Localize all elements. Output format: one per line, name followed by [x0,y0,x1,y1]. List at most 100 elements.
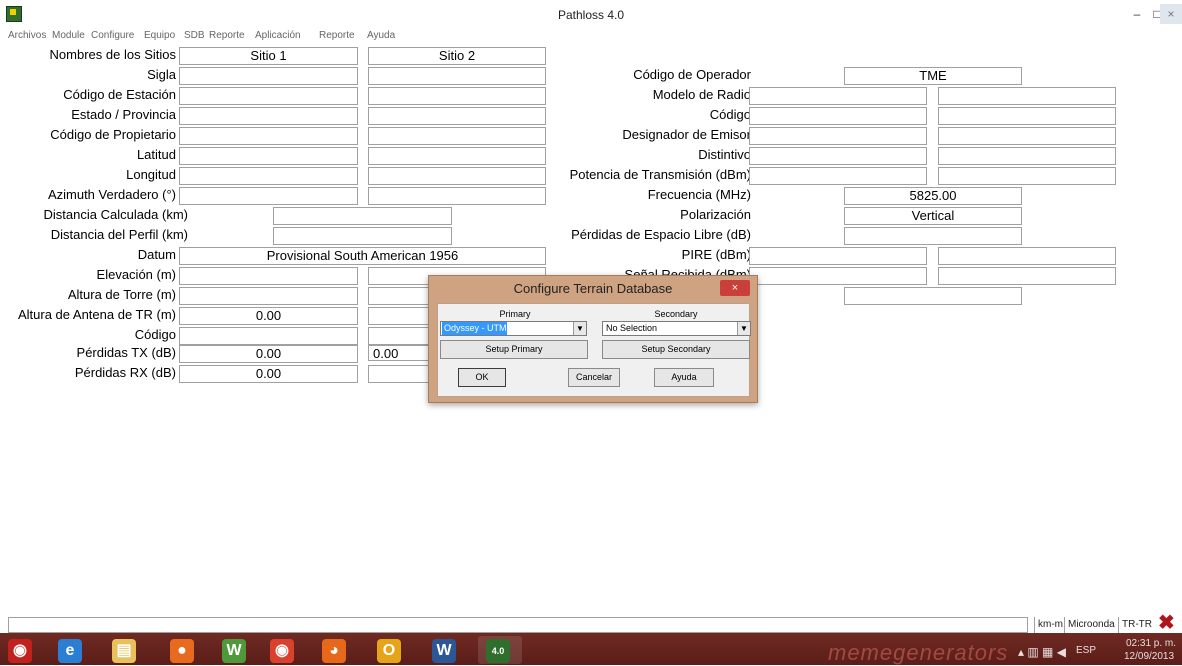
label-sigla: Sigla [147,67,176,82]
menu-configure[interactable]: Configure [91,30,134,41]
field-modelo-radio-2[interactable] [938,87,1116,105]
menu-module[interactable]: Module [52,30,85,41]
field-modelo-radio-1[interactable] [749,87,927,105]
label-latitud: Latitud [136,147,176,162]
field-distancia-calculada[interactable] [273,207,452,225]
field-designador-1[interactable] [749,127,927,145]
menu-ayuda[interactable]: Ayuda [367,30,395,41]
primary-label: Primary [499,309,531,319]
field-codigo-estacion-1[interactable] [179,87,358,105]
field-altura-torre-1[interactable] [179,287,358,305]
secondary-label: Secondary [654,309,698,319]
field-estado-1[interactable] [179,107,358,125]
label-modelo-radio: Modelo de Radio [652,87,751,102]
menu-reporte[interactable]: Reporte [209,30,245,41]
title-bar: Pathloss 4.0 – □ × [0,0,1182,30]
field-perdidas-espacio[interactable] [844,227,1022,245]
help-button[interactable]: Ayuda [654,368,714,387]
field-sigla-2[interactable] [368,67,546,85]
label-altura-antena: Altura de Antena de TR (m) [17,307,176,322]
setup-primary-button[interactable]: Setup Primary [440,340,588,359]
label-perdidas-rx: Pérdidas RX (dB) [74,365,176,380]
menu-sdb[interactable]: SDB [184,30,205,41]
field-distintivo-1[interactable] [749,147,927,165]
field-perdidas-tx-1[interactable]: 0.00 [179,345,358,363]
field-frecuencia[interactable]: 5825.00 [844,187,1022,205]
field-pire-2[interactable] [938,247,1116,265]
menu-archivos[interactable]: Archivos [8,30,46,41]
label-designador-emisor: Designador de Emisor [622,127,751,142]
field-designador-2[interactable] [938,127,1116,145]
language-indicator[interactable]: ESP [1076,645,1096,656]
dialog-title: Configure Terrain Database [513,281,673,296]
file-explorer-icon: ▤ [112,639,136,663]
label-altura-torre: Altura de Torre (m) [67,287,176,302]
field-distancia-perfil[interactable] [273,227,452,245]
label-distancia-calculada: Distancia Calculada (km) [43,207,189,222]
field-extra[interactable] [844,287,1022,305]
field-potencia-2[interactable] [938,167,1116,185]
label-polarizacion: Polarización [680,207,751,222]
field-latitud-2[interactable] [368,147,546,165]
secondary-select[interactable]: No Selection ▼ [602,321,751,336]
field-perdidas-rx-1[interactable]: 0.00 [179,365,358,383]
ok-button[interactable]: OK [458,368,506,387]
field-pire-1[interactable] [749,247,927,265]
field-sitio-2[interactable]: Sitio 2 [368,47,546,65]
field-codigo-propietario-2[interactable] [368,127,546,145]
wamp-icon: W [222,639,246,663]
field-latitud-1[interactable] [179,147,358,165]
dialog-close-button[interactable]: × [720,280,750,296]
field-datum[interactable]: Provisional South American 1956 [179,247,546,265]
status-units: km-m [1038,619,1063,630]
tray-icons[interactable]: ▴ ▥ ▦ ◀ [1018,645,1066,659]
field-potencia-1[interactable] [749,167,927,185]
menu-equipo[interactable]: Equipo [144,30,175,41]
field-polarizacion[interactable]: Vertical [844,207,1022,225]
field-altura-antena-1[interactable]: 0.00 [179,307,358,325]
internet-explorer-icon: e [58,639,82,663]
field-codigo-radio-2[interactable] [938,107,1116,125]
label-longitud: Longitud [126,167,176,182]
clock-time[interactable]: 02:31 p. m. [1126,638,1176,649]
field-distintivo-2[interactable] [938,147,1116,165]
chevron-down-icon[interactable]: ▼ [737,322,750,335]
field-estado-2[interactable] [368,107,546,125]
primary-selected-value: Odyssey - UTM [442,322,507,335]
field-codigo-propietario-1[interactable] [179,127,358,145]
field-longitud-2[interactable] [368,167,546,185]
label-distancia-perfil: Distancia del Perfil (km) [50,227,188,242]
setup-secondary-button[interactable]: Setup Secondary [602,340,750,359]
chevron-down-icon[interactable]: ▼ [573,322,586,335]
status-divider [1034,617,1035,633]
field-codigo-1[interactable] [179,327,358,345]
primary-select[interactable]: Odyssey - UTM ▼ [440,321,587,336]
menu-aplicacion[interactable]: Aplicación [255,30,301,41]
field-codigo-radio-1[interactable] [749,107,927,125]
close-x-icon[interactable]: ✖ [1158,613,1175,633]
label-nombres-sitios: Nombres de los Sitios [49,47,176,62]
dialog-body: Primary Secondary Odyssey - UTM ▼ No Sel… [437,303,751,397]
field-azimuth-1[interactable] [179,187,358,205]
firefox-icon: ◕ [322,639,346,663]
menu-reporte-2[interactable]: Reporte [319,30,355,41]
label-azimuth: Azimuth Verdadero (°) [47,187,176,202]
close-button[interactable]: × [1160,4,1182,24]
chrome-icon: ◉ [270,639,294,663]
field-sigla-1[interactable] [179,67,358,85]
label-perdidas-espacio: Pérdidas de Espacio Libre (dB) [571,227,751,242]
label-codigo-operador: Código de Operador [633,67,751,82]
field-codigo-operador[interactable]: TME [844,67,1022,85]
field-azimuth-2[interactable] [368,187,546,205]
field-sitio-1[interactable]: Sitio 1 [179,47,358,65]
minimize-button[interactable]: – [1127,4,1147,24]
cancel-button[interactable]: Cancelar [568,368,620,387]
field-elevacion-1[interactable] [179,267,358,285]
field-senal-1[interactable] [749,267,927,285]
menu-bar: Archivos Module Configure Equipo SDB Rep… [0,30,1182,44]
field-longitud-1[interactable] [179,167,358,185]
field-senal-2[interactable] [938,267,1116,285]
clock-date[interactable]: 12/09/2013 [1124,651,1174,662]
pathloss-icon: 4.0 [486,639,510,663]
field-codigo-estacion-2[interactable] [368,87,546,105]
